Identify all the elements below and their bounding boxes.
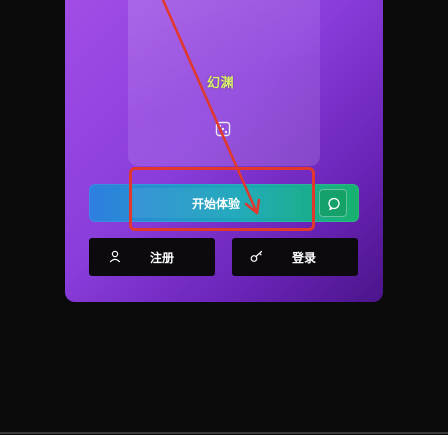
user-icon: [109, 250, 121, 266]
highlight-box: [129, 167, 315, 231]
app-card: 幻渊 开始体验 注册 登录: [65, 0, 383, 302]
key-icon: [250, 250, 264, 266]
bottom-divider: [0, 432, 448, 434]
dice-icon: [215, 121, 231, 137]
login-label: 登录: [292, 251, 317, 265]
login-button[interactable]: 登录: [232, 238, 358, 276]
app-title: 幻渊: [207, 76, 235, 91]
register-button[interactable]: 注册: [89, 238, 215, 276]
chat-button[interactable]: [319, 189, 347, 217]
register-label: 注册: [150, 251, 175, 265]
